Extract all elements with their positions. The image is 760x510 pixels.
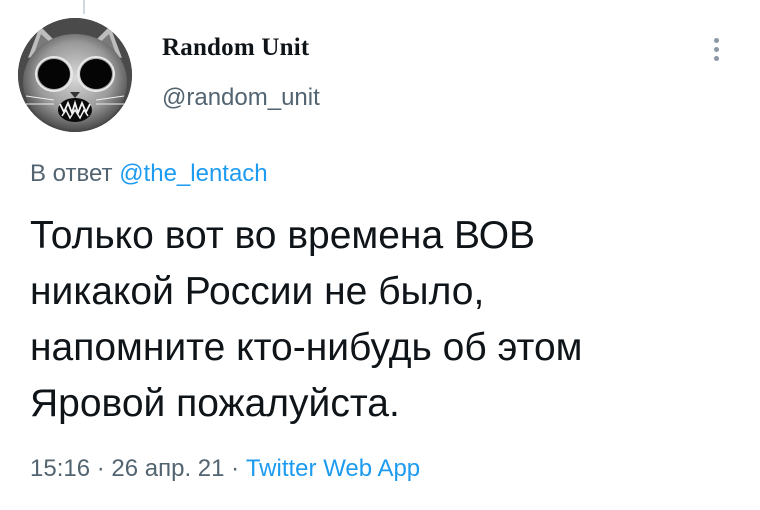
reply-mention-link[interactable]: @the_lentach	[119, 160, 267, 187]
tweet-metadata: 15:16 · 26 апр. 21 · Twitter Web App	[30, 455, 420, 483]
tweet-time[interactable]: 15:16	[30, 455, 90, 482]
meta-separator: ·	[96, 455, 105, 482]
tweet-text-line: Только вот во времена ВОВ	[30, 214, 536, 257]
avatar[interactable]	[18, 18, 132, 132]
author-display-name[interactable]: Random Unit	[162, 34, 309, 62]
tweet-text-line: никакой России не было,	[30, 270, 485, 313]
more-options-button[interactable]	[700, 30, 732, 70]
cat-avatar-image	[18, 18, 132, 132]
author-handle[interactable]: @random_unit	[162, 84, 320, 112]
meta-separator: ·	[231, 455, 240, 482]
reply-prefix: В ответ	[30, 160, 113, 187]
reply-context: В ответ @the_lentach	[30, 160, 268, 188]
thread-connector-line	[83, 0, 85, 14]
tweet-source-link[interactable]: Twitter Web App	[246, 455, 420, 482]
tweet-text-line: напомните кто-нибудь об этом	[30, 326, 583, 369]
tweet-date[interactable]: 26 апр. 21	[111, 455, 224, 482]
tweet-text: Только вот во времена ВОВ никакой России…	[30, 208, 730, 432]
tweet-text-line: Яровой пожалуйста.	[30, 382, 400, 425]
